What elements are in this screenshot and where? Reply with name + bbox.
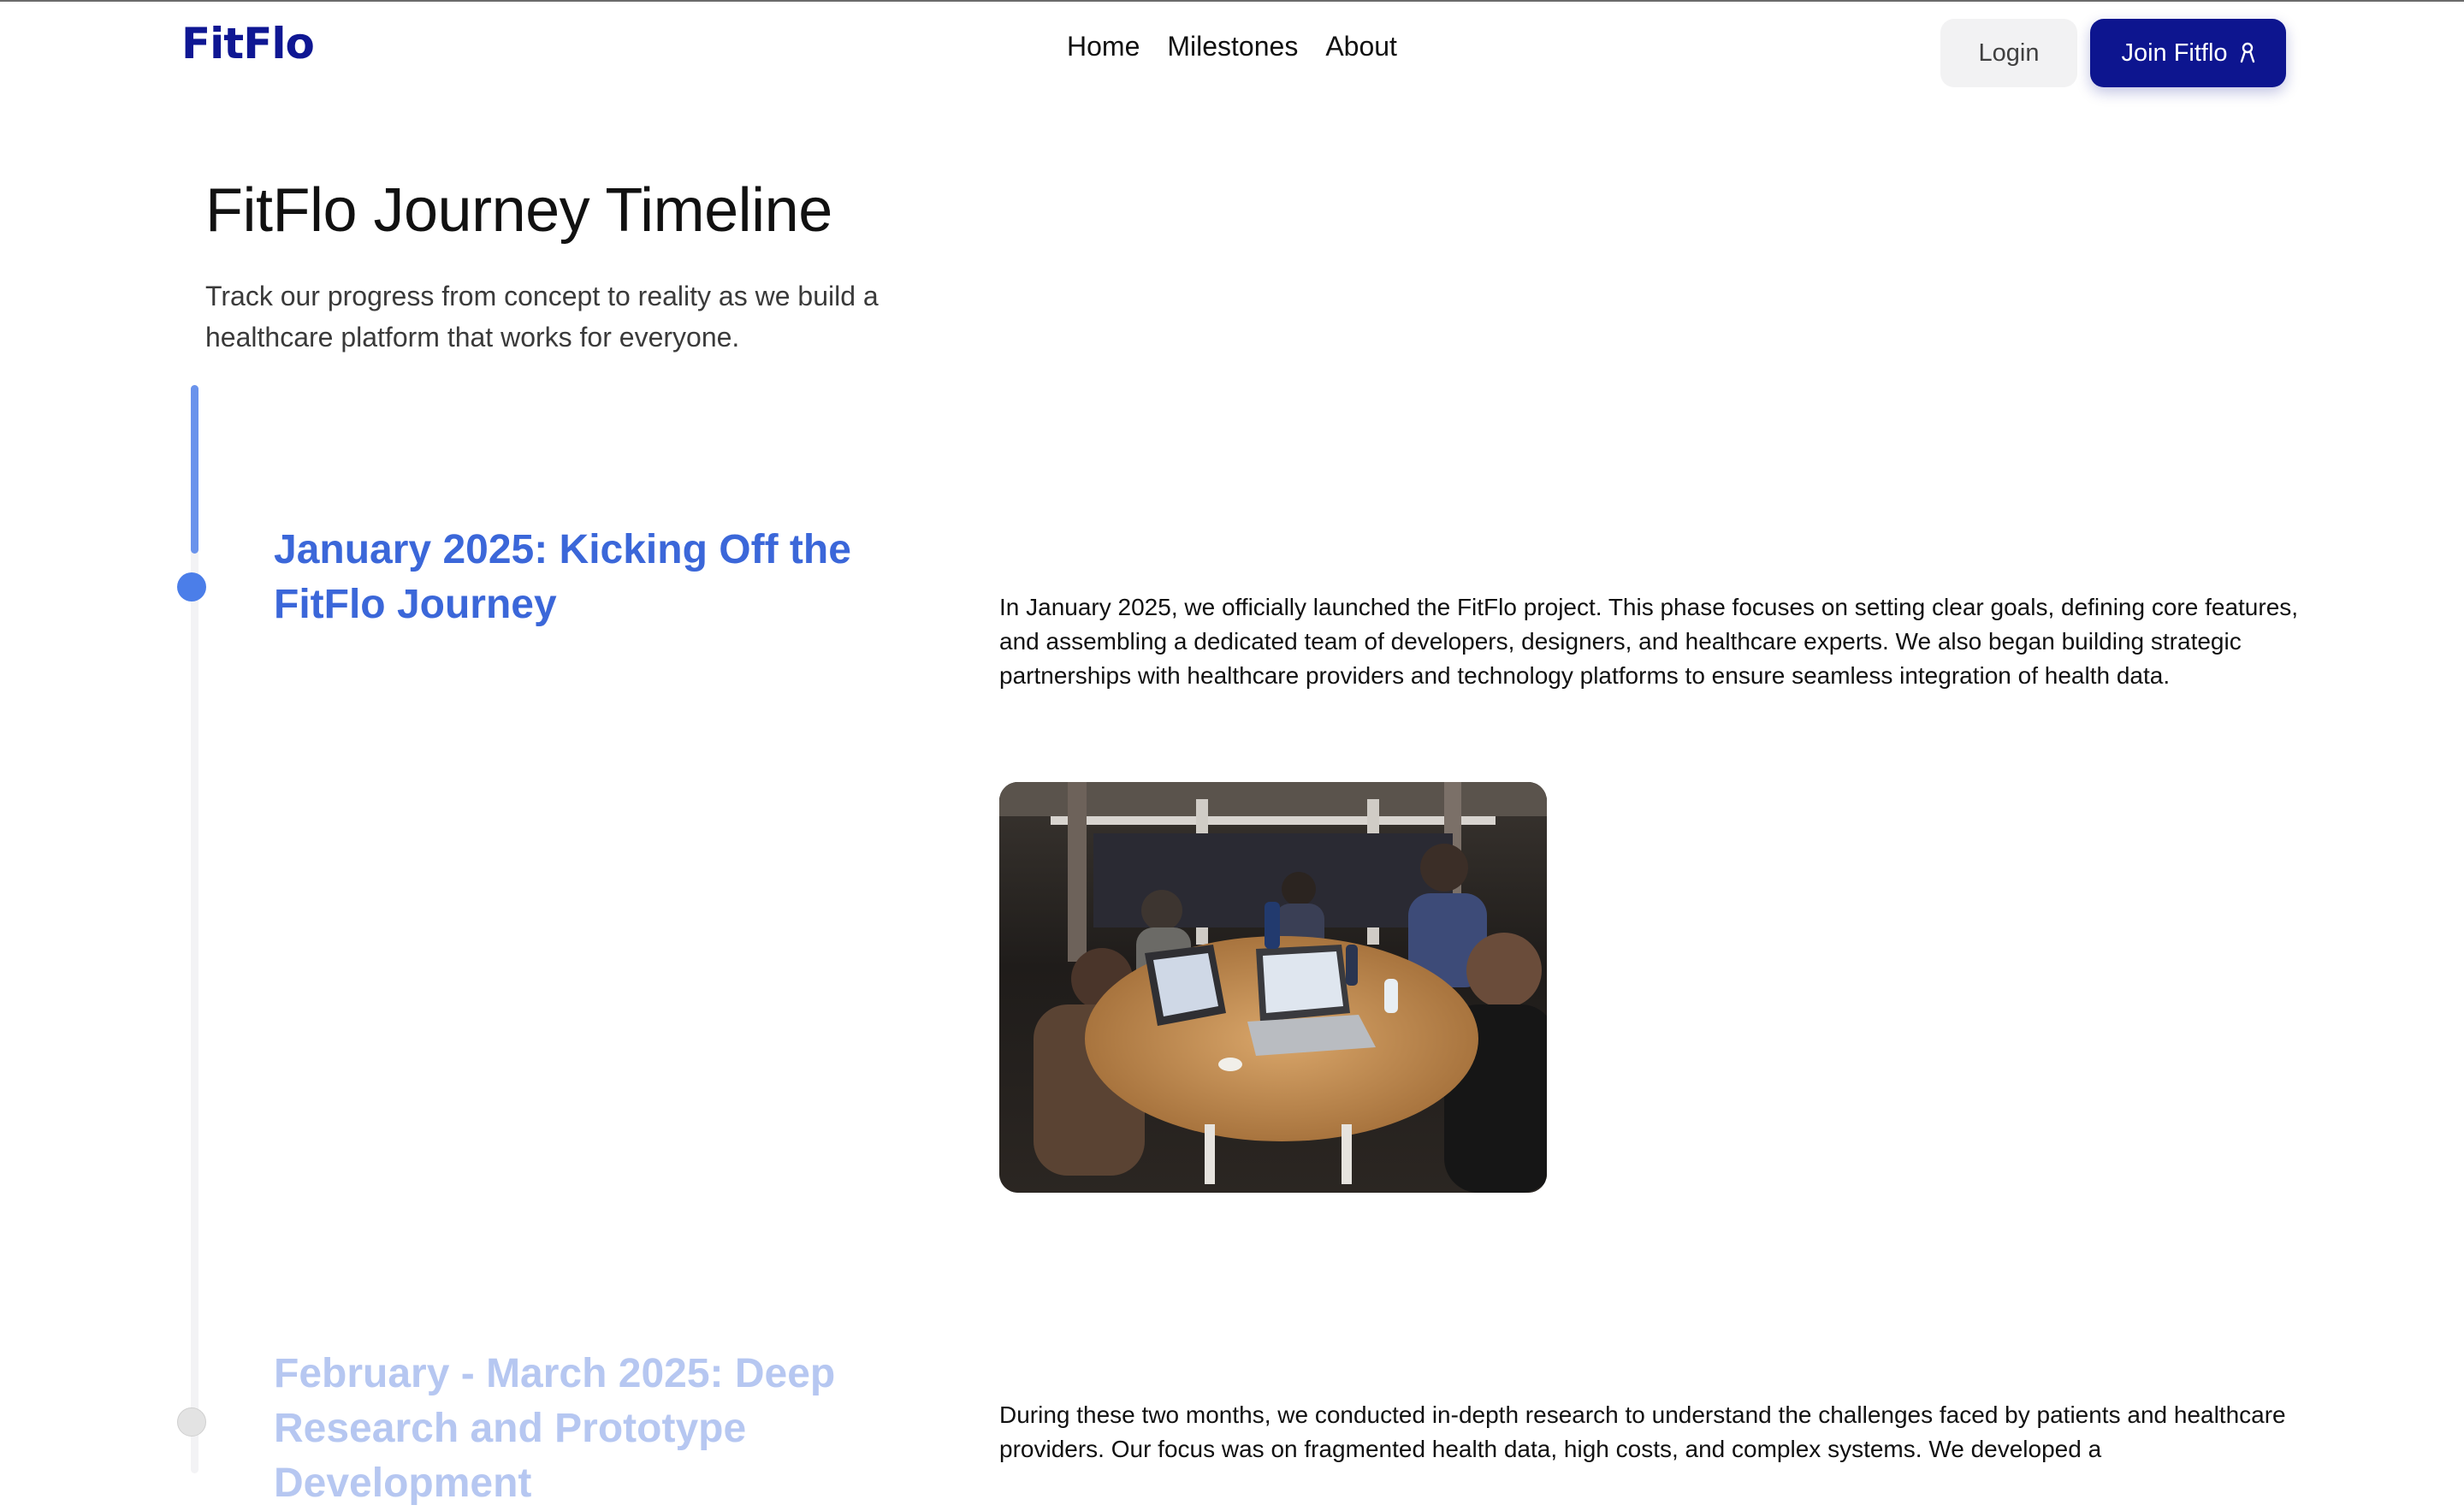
join-fitflo-label: Join Fitflo	[2121, 39, 2228, 67]
logo-text: FitFlo	[181, 19, 315, 68]
milestone-title: February - March 2025: Deep Research and…	[274, 1351, 836, 1506]
milestone-description: In January 2025, we officially launched …	[999, 594, 2299, 689]
milestone-description: During these two months, we conducted in…	[999, 1401, 2286, 1462]
timeline-progress	[191, 385, 198, 554]
page-title: FitFlo Journey Timeline	[205, 176, 832, 245]
nav-home-link[interactable]: Home	[1067, 31, 1140, 62]
page-subtitle: Track our progress from concept to reali…	[205, 281, 879, 353]
ribbon-icon	[2240, 42, 2255, 64]
milestone-dot-upcoming	[177, 1407, 206, 1437]
join-fitflo-button[interactable]: Join Fitflo	[2090, 19, 2286, 87]
main-nav: Home Milestones About	[1067, 31, 1397, 62]
team-meeting-photo	[999, 782, 1547, 1193]
nav-milestones-link[interactable]: Milestones	[1167, 31, 1298, 62]
fitflo-logo[interactable]: FitFlo	[181, 17, 315, 70]
nav-about-link[interactable]: About	[1325, 31, 1397, 62]
milestone-dot-active	[177, 572, 206, 601]
login-button[interactable]: Login	[1940, 19, 2077, 87]
window-top-border	[0, 0, 2464, 2]
milestone-title: January 2025: Kicking Off the FitFlo Jou…	[274, 527, 851, 627]
